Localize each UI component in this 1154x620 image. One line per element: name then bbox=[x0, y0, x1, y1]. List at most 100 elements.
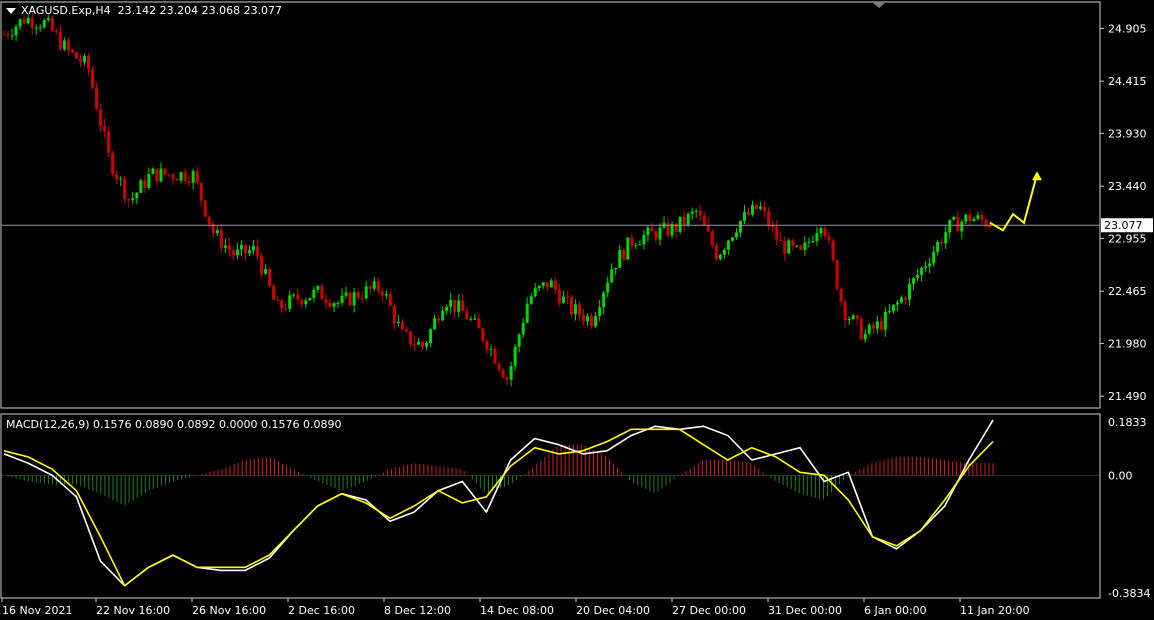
candle-body bbox=[622, 250, 626, 260]
macd-signal-line bbox=[3, 428, 994, 587]
macd-tick-label: -0.3834 bbox=[1108, 587, 1150, 600]
candle-body bbox=[18, 19, 22, 27]
candle-body bbox=[207, 216, 211, 225]
candle-body bbox=[787, 240, 791, 254]
candle-body bbox=[964, 214, 968, 222]
candle-body bbox=[891, 304, 895, 312]
candle-body bbox=[187, 181, 191, 183]
candle-body bbox=[372, 281, 376, 289]
candle-body bbox=[103, 125, 107, 132]
candle-body bbox=[231, 250, 235, 256]
candle-body bbox=[626, 237, 630, 260]
candle-body bbox=[517, 334, 521, 347]
candle-body bbox=[819, 228, 823, 234]
candle-body bbox=[614, 267, 618, 270]
candle-body bbox=[167, 174, 171, 176]
candle-body bbox=[565, 296, 569, 298]
candle-body bbox=[115, 174, 119, 180]
candle-body bbox=[920, 267, 924, 276]
time-tick-label: 27 Dec 00:00 bbox=[672, 604, 746, 617]
candle-body bbox=[590, 316, 594, 327]
time-tick-label: 26 Nov 16:00 bbox=[192, 604, 266, 617]
candle-body bbox=[392, 305, 396, 324]
candle-body bbox=[408, 331, 412, 345]
candle-body bbox=[433, 318, 437, 330]
chart-canvas: 24.905 24.415 23.930 23.440 22.955 22.465 21.9… bbox=[0, 1, 1153, 617]
candle-body bbox=[91, 69, 95, 88]
candle-body bbox=[54, 30, 58, 33]
candle-body bbox=[74, 52, 78, 59]
candle-body bbox=[883, 311, 887, 330]
candle-body bbox=[78, 58, 82, 63]
candle-body bbox=[509, 365, 513, 380]
candle-body bbox=[2, 34, 6, 36]
time-tick-label: 31 Dec 00:00 bbox=[768, 604, 842, 617]
candle-body bbox=[119, 178, 123, 180]
candle-body bbox=[908, 283, 912, 300]
candle-body bbox=[722, 249, 726, 255]
candle-body bbox=[485, 341, 489, 350]
candle-body bbox=[932, 251, 936, 264]
candle-body bbox=[70, 49, 74, 53]
candle-body bbox=[839, 288, 843, 302]
candle-body bbox=[280, 300, 284, 309]
candle-body bbox=[497, 363, 501, 370]
candle-body bbox=[763, 206, 767, 212]
dropdown-triangle-icon[interactable] bbox=[6, 8, 16, 14]
candle-body bbox=[312, 289, 316, 298]
price-tick-label: 22.465 bbox=[1108, 285, 1147, 298]
candle-body bbox=[296, 294, 300, 300]
candle-body bbox=[533, 288, 537, 297]
candle-body bbox=[62, 40, 66, 50]
candle-body bbox=[718, 254, 722, 260]
candle-body bbox=[956, 217, 960, 232]
candle-body bbox=[747, 212, 751, 215]
candle-body bbox=[252, 245, 256, 251]
candle-body bbox=[235, 249, 239, 256]
candle-body bbox=[823, 228, 827, 237]
candle-body bbox=[453, 299, 457, 312]
candle-body bbox=[646, 227, 650, 236]
candle-body bbox=[421, 342, 425, 347]
candle-body bbox=[139, 180, 143, 193]
candle-body bbox=[268, 269, 272, 286]
candle-body bbox=[867, 324, 871, 334]
candle-body bbox=[807, 241, 811, 243]
candle-body bbox=[714, 245, 718, 260]
candle-body bbox=[352, 292, 356, 306]
candle-body bbox=[948, 219, 952, 233]
candle-body bbox=[469, 318, 473, 320]
candle-body bbox=[783, 241, 787, 254]
candle-body bbox=[437, 318, 441, 321]
projection-arrow-icon bbox=[1032, 171, 1042, 181]
candle-body bbox=[38, 27, 42, 29]
candle-body bbox=[871, 324, 875, 329]
candle-body bbox=[82, 56, 86, 63]
candle-body bbox=[417, 342, 421, 345]
candle-body bbox=[730, 237, 734, 241]
candle-body bbox=[376, 281, 380, 292]
candle-body bbox=[243, 244, 247, 254]
candle-body bbox=[219, 230, 223, 248]
time-tick-label: 20 Dec 04:00 bbox=[576, 604, 650, 617]
candle-body bbox=[879, 321, 883, 330]
candle-body bbox=[260, 255, 264, 274]
candle-body bbox=[682, 216, 686, 225]
candle-body bbox=[859, 318, 863, 340]
candle-body bbox=[799, 245, 803, 250]
candle-body bbox=[980, 215, 984, 220]
candle-body bbox=[111, 152, 115, 175]
candle-body bbox=[513, 346, 517, 366]
candle-body bbox=[360, 297, 364, 299]
candle-body bbox=[179, 172, 183, 181]
candle-body bbox=[465, 310, 469, 320]
candle-body bbox=[58, 32, 62, 50]
candle-body bbox=[887, 311, 891, 313]
candle-body bbox=[606, 282, 610, 293]
candle-body bbox=[404, 329, 408, 332]
candle-body bbox=[759, 206, 763, 209]
candle-body bbox=[791, 240, 795, 246]
candle-body bbox=[505, 377, 509, 380]
candle-body bbox=[521, 322, 525, 335]
candle-body bbox=[215, 230, 219, 234]
